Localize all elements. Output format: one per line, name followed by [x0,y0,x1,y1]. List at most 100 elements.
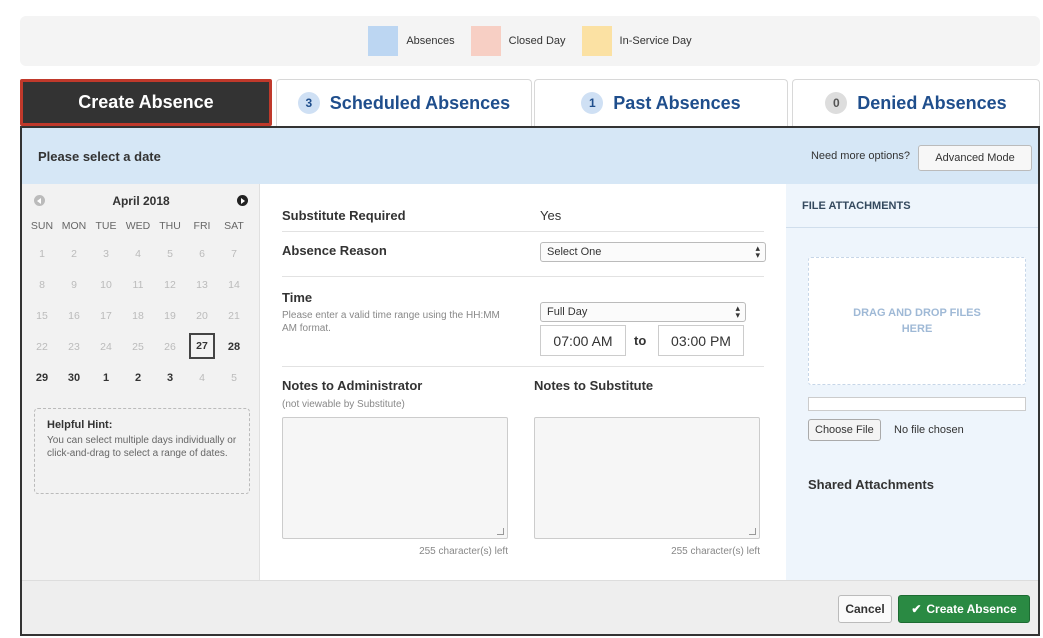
weekday-header: SUN [30,220,54,232]
calendar-day: 26 [164,340,176,353]
resize-grip-icon[interactable] [497,528,504,535]
notes-admin-textarea[interactable] [282,417,508,539]
weekday-header: FRI [193,220,211,232]
legend-item-closed-day: Closed Day [470,26,566,56]
calendar-day: 13 [196,278,208,291]
calendar-day[interactable]: 3 [154,362,186,393]
to-label: to [634,333,647,348]
calendar-day[interactable]: 1 [90,362,122,393]
panel-header: Please select a date Need more options? … [22,128,1038,184]
calendar-month-label: April 2018 [112,194,170,208]
start-time-input[interactable]: 07:00 AM [540,325,626,356]
notes-admin-counter: 255 character(s) left [419,546,508,557]
create-absence-button[interactable]: ✔ Create Absence [898,595,1030,623]
calendar-grid: SUN MON TUE WED THU FRI SAT 1 2 3 4 5 6 7 8 9 10 11 12 13 14… [26,220,250,393]
calendar-day: 11 [132,278,144,291]
tab-scheduled-absences[interactable]: 3 Scheduled Absences [276,79,532,126]
notes-admin-subtext: (not viewable by Substitute) [282,399,405,410]
calendar-day[interactable]: 29 [26,362,58,393]
tab-past-absences[interactable]: 1 Past Absences [534,79,788,126]
panel-title: Please select a date [38,148,161,164]
calendar-panel: April 2018 SUN MON TUE WED THU FRI SAT 1 2 3 4 5 6 7 8… [22,184,260,580]
divider [282,276,764,277]
count-badge: 0 [825,92,848,114]
legend-label: In-Service Day [619,35,692,47]
calendar-day: 3 [103,247,109,260]
calendar-day: 9 [71,278,77,291]
calendar-day: 4 [135,247,141,260]
calendar-day: 15 [36,309,48,322]
calendar-day: 14 [228,278,240,291]
weekday-header: THU [159,220,181,232]
resize-grip-icon[interactable] [749,528,756,535]
absence-reason-label: Absence Reason [282,243,387,258]
calendar-day[interactable]: 28 [218,331,250,362]
shared-attachments-label: Shared Attachments [808,477,934,492]
tab-create-absence[interactable]: Create Absence [20,79,272,126]
calendar-day: 19 [164,309,176,322]
notes-admin-label: Notes to Administrator [282,378,423,393]
choose-file-button[interactable]: Choose File [808,419,881,441]
calendar-day: 5 [231,371,237,384]
notes-substitute-textarea[interactable] [534,417,760,539]
calendar-day: 20 [196,309,208,322]
calendar-day: 23 [68,340,80,353]
weekday-header: TUE [95,220,117,232]
cancel-button[interactable]: Cancel [838,595,892,623]
calendar-day: 12 [164,278,176,291]
calendar-day: 6 [199,247,205,260]
calendar-day: 1 [39,247,45,260]
duration-value: Full Day [547,306,588,318]
duration-select[interactable]: Full Day ▴ ▾ [540,302,746,322]
panel-footer: Cancel ✔ Create Absence [22,580,1038,634]
checkmark-icon: ✔ [911,602,922,616]
count-badge: 3 [297,92,320,114]
advanced-mode-button[interactable]: Advanced Mode [918,145,1032,171]
calendar-day: 18 [132,309,144,322]
time-help-text: Please enter a valid time range using th… [282,310,500,334]
calendar-day: 24 [100,340,112,353]
file-attachments-heading: FILE ATTACHMENTS [786,184,1038,228]
legend-bar: Absences Closed Day In-Service Day [20,16,1040,66]
tab-label: Scheduled Absences [329,92,511,113]
calendar-day[interactable]: 30 [58,362,90,393]
divider [282,231,764,232]
file-attachments-panel: FILE ATTACHMENTS DRAG AND DROP FILES HER… [786,184,1038,580]
calendar-day: 17 [100,309,112,322]
calendar-day: 7 [231,247,237,260]
end-time-input[interactable]: 03:00 PM [658,325,744,356]
calendar-day: 8 [39,278,45,291]
tab-label: Denied Absences [857,92,1007,113]
calendar-day: 4 [199,371,205,384]
select-arrows-icon: ▴ ▾ [755,243,760,260]
tab-label: Past Absences [613,92,741,113]
absence-reason-value: Select One [547,246,602,258]
time-label: Time [282,290,313,305]
legend-item-in-service-day: In-Service Day [581,26,692,56]
in-service-day-swatch [581,26,612,56]
substitute-required-label: Substitute Required [282,208,406,223]
notes-substitute-counter: 255 character(s) left [671,546,760,557]
tab-denied-absences[interactable]: 0 Denied Absences [792,79,1040,126]
calendar-day[interactable]: 2 [122,362,154,393]
legend-label: Absences [406,35,455,47]
calendar-day: 21 [228,309,240,322]
weekday-header: SAT [224,220,244,232]
calendar-header: April 2018 [22,192,260,212]
drop-zone[interactable]: DRAG AND DROP FILES HERE [808,257,1026,385]
hint-title: Helpful Hint: [47,419,113,431]
legend-item-absences: Absences [368,26,455,56]
absence-reason-select[interactable]: Select One ▴ ▾ [540,242,766,262]
weekday-header: WED [125,220,151,232]
helpful-hint: Helpful Hint: You can select multiple da… [34,408,250,494]
create-absence-label: Create Absence [926,602,1017,616]
no-file-chosen-text: No file chosen [894,424,964,436]
create-absence-panel: Please select a date Need more options? … [20,126,1040,636]
next-month-icon[interactable] [237,195,248,206]
more-options-text: Need more options? [810,150,910,162]
calendar-day: 25 [132,340,144,353]
hint-text: You can select multiple days individuall… [47,435,237,459]
notes-substitute-label: Notes to Substitute [534,378,654,393]
calendar-day-selected[interactable]: 27 [189,333,215,359]
substitute-required-value: Yes [540,208,562,223]
